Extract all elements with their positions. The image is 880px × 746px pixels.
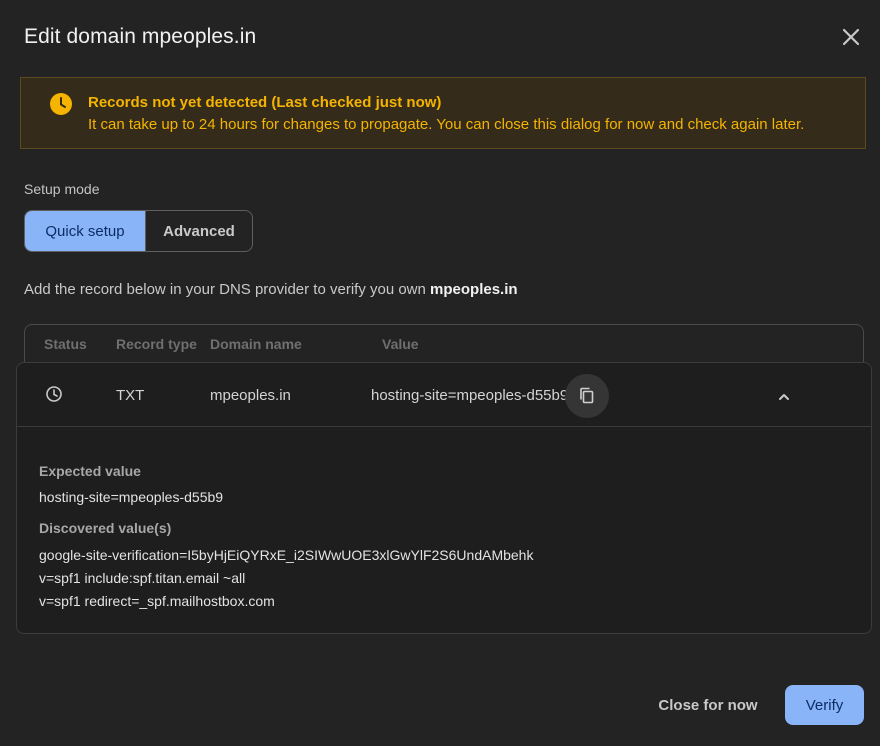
banner-text: It can take up to 24 hours for changes t… xyxy=(88,116,805,133)
instruction-text: Add the record below in your DNS provide… xyxy=(24,281,518,298)
header-status: Status xyxy=(44,336,87,352)
instruction-prefix: Add the record below in your DNS provide… xyxy=(24,281,431,298)
close-for-now-button[interactable]: Close for now xyxy=(648,685,768,725)
records-table-header: Status Record type Domain name Value xyxy=(24,324,864,364)
advanced-option[interactable]: Advanced xyxy=(145,211,252,251)
record-type-cell: TXT xyxy=(116,387,145,404)
setup-mode-toggle: Quick setup Advanced xyxy=(24,210,253,252)
discovered-value: v=spf1 redirect=_spf.mailhostbox.com xyxy=(39,593,275,609)
quick-setup-option[interactable]: Quick setup xyxy=(25,211,145,251)
edit-domain-dialog: Edit domain mpeoples.in Records not yet … xyxy=(0,0,880,746)
clock-icon xyxy=(50,93,72,115)
discovered-value: v=spf1 include:spf.titan.email ~all xyxy=(39,570,246,586)
value-cell: hosting-site=mpeoples-d55b9 xyxy=(371,387,569,404)
verify-button[interactable]: Verify xyxy=(785,685,864,725)
instruction-domain: mpeoples.in xyxy=(430,281,518,298)
header-value: Value xyxy=(382,336,419,352)
setup-mode-label: Setup mode xyxy=(24,181,100,197)
domain-name-cell: mpeoples.in xyxy=(210,387,291,404)
chevron-up-icon[interactable] xyxy=(774,387,794,407)
expected-value-label: Expected value xyxy=(39,463,141,479)
banner-title: Records not yet detected (Last checked j… xyxy=(88,94,442,111)
copy-value-button[interactable] xyxy=(565,374,609,418)
table-row[interactable]: TXT mpeoples.in hosting-site=mpeoples-d5… xyxy=(17,363,871,427)
header-domain-name: Domain name xyxy=(210,336,302,352)
close-dialog-button[interactable] xyxy=(836,22,866,52)
dialog-title: Edit domain mpeoples.in xyxy=(24,25,257,48)
clock-icon xyxy=(46,386,62,402)
copy-icon xyxy=(580,387,594,404)
close-icon xyxy=(842,28,860,46)
discovered-value: google-site-verification=I5byHjEiQYRxE_i… xyxy=(39,547,534,563)
warning-banner: Records not yet detected (Last checked j… xyxy=(20,77,866,149)
discovered-values-label: Discovered value(s) xyxy=(39,520,172,536)
dns-record-card: TXT mpeoples.in hosting-site=mpeoples-d5… xyxy=(16,362,872,634)
header-record-type: Record type xyxy=(116,336,197,352)
expected-value: hosting-site=mpeoples-d55b9 xyxy=(39,489,224,505)
